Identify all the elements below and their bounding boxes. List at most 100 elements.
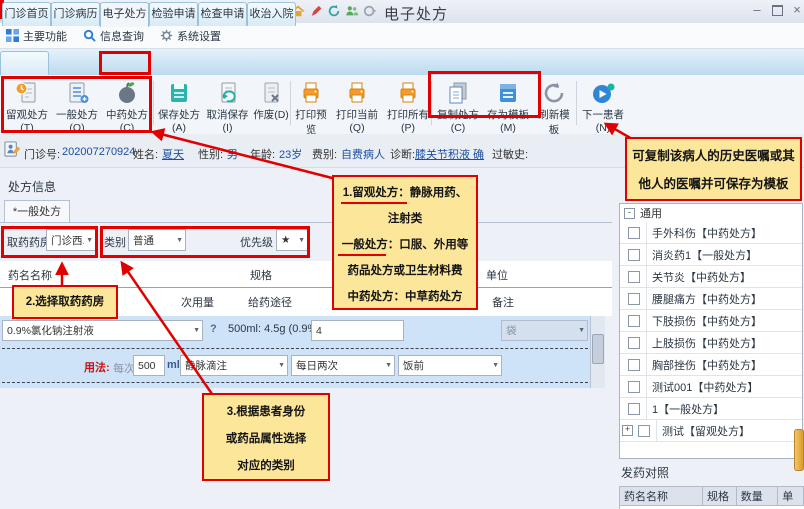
template-item[interactable]: 消炎药1【一般处方】 xyxy=(620,244,802,266)
checkbox-icon[interactable] xyxy=(638,425,650,437)
template-item[interactable]: 手外科伤【中药处方】 xyxy=(620,222,802,244)
tab-electronic-prescription[interactable]: 电子处方 xyxy=(100,2,149,27)
pharmacy-select[interactable]: 门诊西.. xyxy=(46,229,96,251)
checkbox-icon[interactable] xyxy=(628,337,640,349)
general-rx-button[interactable]: 一般处方(O) xyxy=(53,78,101,130)
col-dose: 次用量 xyxy=(181,294,214,310)
drug-qty-input[interactable]: 4 xyxy=(311,320,404,341)
pen-icon[interactable] xyxy=(308,4,323,19)
usage-freq-value: 每日两次 xyxy=(296,358,383,373)
priority-label: 优先级 xyxy=(240,234,273,250)
col-drug-name: 药名名称 xyxy=(8,267,52,283)
template-item[interactable]: 下肢损伤【中药处方】 xyxy=(620,310,802,332)
usage-dose-unit: ml xyxy=(167,359,180,371)
tab-exam-request[interactable]: 检查申请 xyxy=(198,2,247,26)
copy-rx-button[interactable]: 复制处方(C) xyxy=(434,78,482,130)
checkbox-icon[interactable] xyxy=(628,359,640,371)
menu-query-label: 信息查询 xyxy=(100,28,144,44)
template-item[interactable]: 上肢损伤【中药处方】 xyxy=(620,332,802,354)
save-template-button[interactable]: 存为模板(M) xyxy=(484,78,532,130)
tooltip-category: 3.根据患者身份 或药品属性选择 对应的类别 xyxy=(202,393,330,481)
cancel-save-button[interactable]: 取消保存(I) xyxy=(204,78,251,130)
diagnosis-label: 诊断: xyxy=(390,146,415,162)
diagnosis-value[interactable]: 膝关节积液 确 xyxy=(415,146,484,162)
category-select[interactable]: 普通 xyxy=(128,229,186,251)
void-button[interactable]: 作废(D) xyxy=(252,78,290,130)
tab-outpatient-record[interactable]: 门诊病历 xyxy=(51,2,100,26)
expand-icon[interactable] xyxy=(622,425,633,436)
observe-rx-icon xyxy=(14,80,40,106)
tab-lab-request[interactable]: 检验申请 xyxy=(149,2,198,26)
checkbox-icon[interactable] xyxy=(628,381,640,393)
menu-info-query[interactable]: 信息查询 xyxy=(83,28,144,44)
close-button[interactable]: × xyxy=(788,3,804,17)
checkbox-icon[interactable] xyxy=(628,271,640,283)
dispense-col-unit: 单 xyxy=(778,487,803,505)
drug-name-value: 0.9%氯化钠注射液 xyxy=(7,323,191,338)
tab-outpatient-home[interactable]: 门诊首页 xyxy=(2,2,51,26)
refresh-icon[interactable] xyxy=(326,4,341,19)
save-rx-icon xyxy=(166,80,192,106)
priority-select[interactable]: ★ xyxy=(276,229,308,251)
users-icon[interactable] xyxy=(344,4,359,19)
chevron-down-icon xyxy=(193,327,200,334)
checkbox-icon[interactable] xyxy=(628,293,640,305)
next-patient-button[interactable]: 下一患者(N) xyxy=(578,78,628,130)
template-item[interactable]: 测试【留观处方】 xyxy=(620,420,802,442)
template-tree-panel: 通用 手外科伤【中药处方】 消炎药1【一般处方】 关节炎【中药处方】 腰腿痛方【… xyxy=(619,203,803,459)
observe-rx-label: 留观处方(T) xyxy=(6,109,48,134)
chevron-down-icon xyxy=(298,237,305,244)
checkbox-icon[interactable] xyxy=(628,403,640,415)
collapse-icon[interactable] xyxy=(624,208,635,219)
drug-name-input[interactable]: 0.9%氯化钠注射液 xyxy=(2,320,203,341)
refresh-template-button[interactable]: 刷新模板 xyxy=(534,78,574,130)
menu-system-settings[interactable]: 系统设置 xyxy=(160,28,221,44)
grid-icon xyxy=(6,29,19,42)
herbal-rx-button[interactable]: 中药处方(C) xyxy=(103,78,151,130)
tooltip-line: 对应的类别 xyxy=(204,453,328,480)
template-item[interactable]: 1【一般处方】 xyxy=(620,398,802,420)
template-item[interactable]: 测试001【中药处方】 xyxy=(620,376,802,398)
save-rx-button[interactable]: 保存处方(A) xyxy=(155,78,203,130)
print-preview-button[interactable]: 打印预览 xyxy=(292,78,330,130)
restore-button[interactable] xyxy=(768,5,786,19)
tab-bar xyxy=(0,49,804,76)
chevron-down-icon xyxy=(385,362,392,369)
checkbox-icon[interactable] xyxy=(628,249,640,261)
checkbox-icon[interactable] xyxy=(628,227,640,239)
usage-route-value: 静脉滴注 xyxy=(185,358,276,373)
tab-admission[interactable]: 收治入院 xyxy=(247,2,296,26)
template-item[interactable]: 腰腿痛方【中药处方】 xyxy=(620,288,802,310)
gear-icon xyxy=(160,29,173,42)
template-item[interactable]: 胸部挫伤【中药处方】 xyxy=(620,354,802,376)
usage-timing-select[interactable]: 饭前 xyxy=(398,355,502,376)
rx-scrollbar-thumb[interactable] xyxy=(592,334,604,364)
sex-label: 性别: xyxy=(198,146,223,162)
observe-rx-button[interactable]: 留观处方(T) xyxy=(3,78,51,130)
circle-menu-icon[interactable] xyxy=(362,4,377,19)
print-all-label: 打印所有(P) xyxy=(387,109,429,134)
drug-help-icon[interactable]: ? xyxy=(210,323,217,335)
drug-unit-select[interactable]: 袋 xyxy=(501,320,588,341)
tree-root-common[interactable]: 通用 xyxy=(620,204,802,222)
category-value: 普通 xyxy=(133,233,174,248)
general-rx-label: 一般处方(O) xyxy=(56,109,98,134)
name-value: 夏天 xyxy=(162,146,184,162)
patient-edit-icon[interactable] xyxy=(4,141,21,161)
tree-scrollbar-thumb[interactable] xyxy=(794,429,804,471)
printer-icon xyxy=(298,80,324,106)
menu-main-functions[interactable]: 主要功能 xyxy=(6,28,67,44)
print-all-button[interactable]: 打印所有(P) xyxy=(384,78,432,130)
minimize-button[interactable]: – xyxy=(748,3,766,17)
template-item[interactable]: 关节炎【中药处方】 xyxy=(620,266,802,288)
subtab-general-rx[interactable]: *一般处方 xyxy=(4,200,70,223)
tooltip-line: 药品处方或卫生材料费 xyxy=(334,258,476,284)
usage-dose-input[interactable]: 500 xyxy=(133,355,165,376)
save-template-label: 存为模板(M) xyxy=(487,109,529,134)
herbal-rx-label: 中药处方(C) xyxy=(106,109,148,134)
usage-route-select[interactable]: 静脉滴注 xyxy=(180,355,288,376)
checkbox-icon[interactable] xyxy=(628,315,640,327)
usage-freq-select[interactable]: 每日两次 xyxy=(291,355,395,376)
print-current-button[interactable]: 打印当前(Q) xyxy=(333,78,381,130)
dispense-col-name: 药名名称 xyxy=(620,487,703,505)
